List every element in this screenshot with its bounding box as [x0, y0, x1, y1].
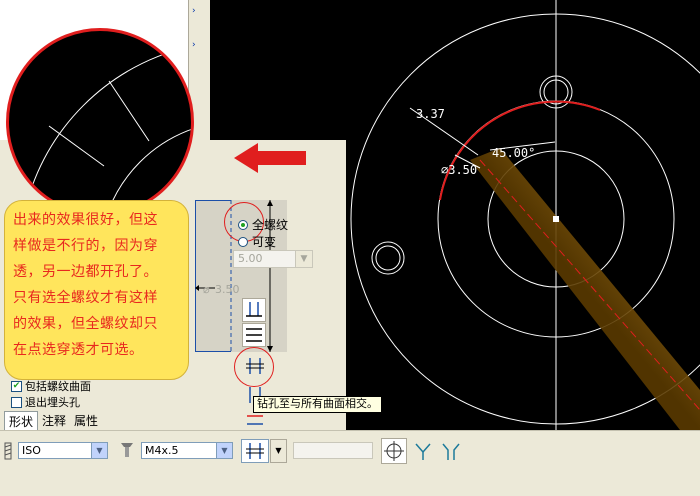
full-thread-label: 全螺纹	[252, 218, 289, 232]
tooltip: 钻孔至与所有曲面相交。	[253, 396, 382, 413]
radio-selected-icon	[238, 219, 248, 230]
dimension-angle[interactable]: 45.00°	[492, 146, 535, 160]
screw-size-icon	[121, 443, 133, 457]
checkbox-empty-icon	[11, 396, 22, 408]
countersink-icon[interactable]	[440, 440, 462, 462]
annotation-callout: 出来的效果很好，但这 样做是不行的，因为穿 透，另一边都开孔了。 只有选全螺纹才…	[4, 200, 189, 380]
cad-background	[210, 0, 700, 140]
chevron-down-icon[interactable]: ▼	[91, 443, 107, 458]
tab-note[interactable]: 注释	[38, 411, 70, 431]
thread-standard-icon	[4, 442, 12, 460]
depth-type-button[interactable]	[241, 439, 269, 463]
callout-line: 在点选穿透才可选。	[13, 342, 144, 358]
callout-line: 只有选全螺纹才有这样	[13, 290, 158, 306]
depth-type-dropdown[interactable]: ▼	[270, 439, 287, 463]
crosshair-target-icon	[384, 441, 404, 461]
through-all-icon	[246, 443, 264, 459]
through-all-icon	[246, 358, 264, 374]
dimension-diameter[interactable]: ⌀3.50	[441, 163, 477, 177]
chevron-down-icon[interactable]: ▼	[295, 251, 312, 267]
thread-depth-combo[interactable]: 5.00 ▼	[233, 250, 313, 268]
depth-option-blind-button[interactable]	[242, 298, 266, 322]
depth-value-input[interactable]	[293, 442, 373, 459]
callout-line: 透，另一边都开孔了。	[13, 264, 158, 280]
checkmark-icon: ✔	[11, 380, 22, 392]
callout-line: 的效果，但全螺纹却只	[13, 316, 158, 332]
center-handle[interactable]	[553, 216, 559, 222]
zoom-inset-graphic	[23, 45, 191, 213]
screw-size-select[interactable]: M4x.5 ▼	[141, 442, 233, 459]
depth-option-through-all-button[interactable]	[244, 355, 268, 379]
tab-shape[interactable]: 形状	[4, 411, 39, 431]
variable-radio[interactable]: 可变	[238, 233, 276, 250]
include-thread-surface-checkbox[interactable]: ✔ 包括螺纹曲面	[11, 378, 91, 394]
chevron-down-icon[interactable]: ▼	[216, 443, 232, 458]
screw-size-value: M4x.5	[145, 444, 179, 457]
radio-unselected-icon	[238, 236, 248, 247]
sketch-placement-button[interactable]	[381, 438, 407, 464]
blind-depth-icon	[246, 302, 262, 317]
svg-text:⌀: ⌀	[203, 283, 210, 296]
thread-depth-value: 5.00	[238, 252, 263, 265]
thread-standard-select[interactable]: ISO ▼	[18, 442, 108, 459]
full-thread-radio[interactable]: 全螺纹	[238, 216, 288, 233]
tab-properties[interactable]: 属性	[70, 411, 102, 431]
callout-line: 出来的效果很好，但这	[13, 212, 158, 228]
flip-direction-icon[interactable]	[412, 440, 434, 462]
red-arrow-icon	[234, 143, 306, 173]
zoom-inset	[6, 28, 194, 216]
depth-option-to-next-button[interactable]	[242, 323, 266, 347]
thread-standard-value: ISO	[22, 444, 41, 457]
variable-label: 可变	[252, 235, 277, 249]
exit-countersink-checkbox[interactable]: 退出埋头孔	[11, 394, 80, 410]
exit-countersink-label: 退出埋头孔	[25, 396, 80, 409]
diagram-diameter: 3.50	[215, 283, 240, 296]
hole-dashboard-toolbar	[0, 430, 700, 496]
include-thread-surface-label: 包括螺纹曲面	[25, 380, 91, 393]
to-next-icon	[246, 328, 262, 342]
callout-line: 样做是不行的，因为穿	[13, 238, 158, 254]
dimension-d1[interactable]: 3.37	[416, 107, 445, 121]
to-selected-icon	[247, 415, 263, 425]
dashboard-tabs: 形状 注释 属性	[4, 411, 102, 431]
